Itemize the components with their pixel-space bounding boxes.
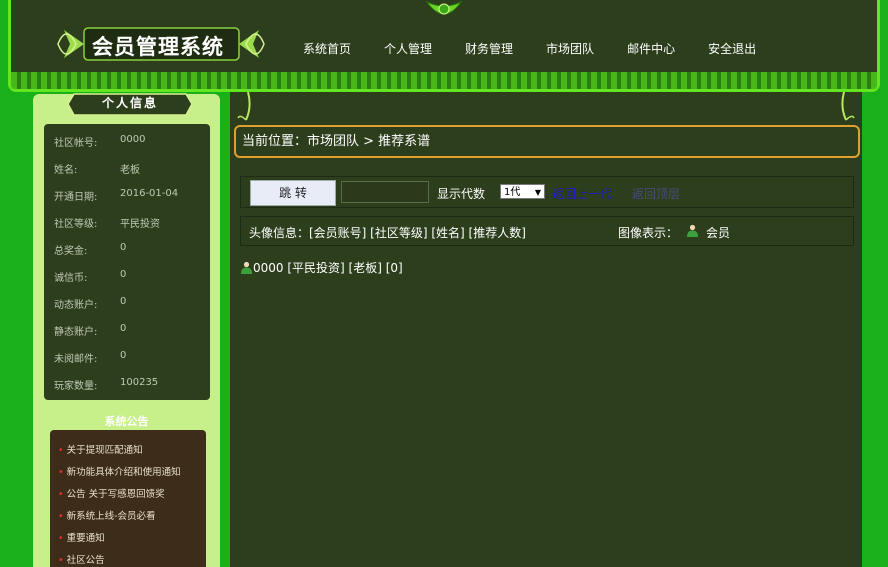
jump-button[interactable]: 跳 转 [250, 180, 336, 206]
bullet-icon: • [58, 511, 64, 522]
vine-decoration-icon [237, 92, 855, 121]
tree-node-root[interactable]: 0000 [平民投资] [老板] [0] [240, 259, 403, 276]
notice-list: • 关于提现匹配通知 • 新功能具体介绍和使用通知 • 公告 关于写感恩回馈奖 • 新系… [50, 430, 206, 567]
header-decoration-band [11, 72, 877, 89]
nav-home[interactable]: 系统首页 [303, 40, 351, 57]
bullet-icon: • [58, 489, 64, 500]
member-icon [687, 224, 698, 237]
nav-logout[interactable]: 安全退出 [708, 40, 756, 57]
notice-item[interactable]: • 新系统上线-会员必看 [58, 508, 156, 522]
nav-market-team[interactable]: 市场团队 [546, 40, 594, 57]
tree-node-label: 0000 [平民投资] [老板] [0] [253, 261, 403, 275]
nav-mail[interactable]: 邮件中心 [627, 40, 675, 57]
chevron-down-icon: ▼ [534, 188, 541, 197]
bullet-icon: • [58, 467, 64, 478]
profile-row: 动态账户: 0 [54, 296, 127, 311]
legend-description: 头像信息：[会员账号] [社区等级] [姓名] [推荐人数] [249, 226, 526, 240]
breadcrumb: 当前位置：市场团队 > 推荐系谱 [234, 125, 860, 158]
bullet-icon: • [58, 445, 64, 456]
notice-item[interactable]: • 公告 关于写感恩回馈奖 [58, 486, 165, 500]
profile-row: 未阅邮件: 0 [54, 350, 127, 365]
profile-row: 开通日期: 2016-01-04 [54, 188, 179, 203]
legend-member-label: 会员 [706, 226, 731, 240]
notice-item[interactable]: • 关于提现匹配通知 [58, 442, 143, 456]
main-nav: 系统首页 个人管理 财务管理 市场团队 邮件中心 安全退出 [303, 40, 789, 57]
member-icon [241, 261, 252, 274]
profile-row: 静态账户: 0 [54, 323, 127, 338]
nav-personal[interactable]: 个人管理 [384, 40, 432, 57]
profile-info-box: 社区帐号: 0000 姓名: 老板 开通日期: 2016-01-04 社区等级: 平民投… [44, 124, 210, 400]
main-content [230, 92, 862, 567]
back-one-generation-link[interactable]: 返回上一代 [552, 185, 612, 202]
back-to-top-link[interactable]: 返回顶层 [632, 185, 680, 202]
generation-select[interactable]: 1代 ▼ [500, 184, 545, 199]
profile-row: 姓名: 老板 [54, 165, 140, 176]
profile-row: 社区等级: 平民投资 [54, 219, 160, 230]
profile-row: 总奖金: 0 [54, 242, 127, 257]
profile-row: 玩家数量: 100235 [54, 377, 159, 392]
notice-item[interactable]: • 新功能具体介绍和使用通知 [58, 464, 181, 478]
bullet-icon: • [58, 555, 64, 566]
jump-account-input[interactable] [341, 181, 429, 203]
generation-label: 显示代数 [437, 187, 486, 201]
profile-row: 社区帐号: 0000 [54, 134, 146, 149]
notice-item[interactable]: • 重要通知 [58, 530, 105, 544]
notice-item[interactable]: • 社区公告 [58, 552, 105, 566]
bullet-icon: • [58, 533, 64, 544]
notice-title: 系统公告 [104, 415, 149, 428]
logo-title: 会员管理系统 [92, 35, 224, 59]
nav-finance[interactable]: 财务管理 [465, 40, 513, 57]
profile-title: 个人信息 [101, 96, 158, 110]
profile-row: 诚信币: 0 [54, 269, 127, 284]
top-ornament-icon [425, 0, 463, 15]
legend-icon-label: 图像表示： [618, 226, 679, 240]
